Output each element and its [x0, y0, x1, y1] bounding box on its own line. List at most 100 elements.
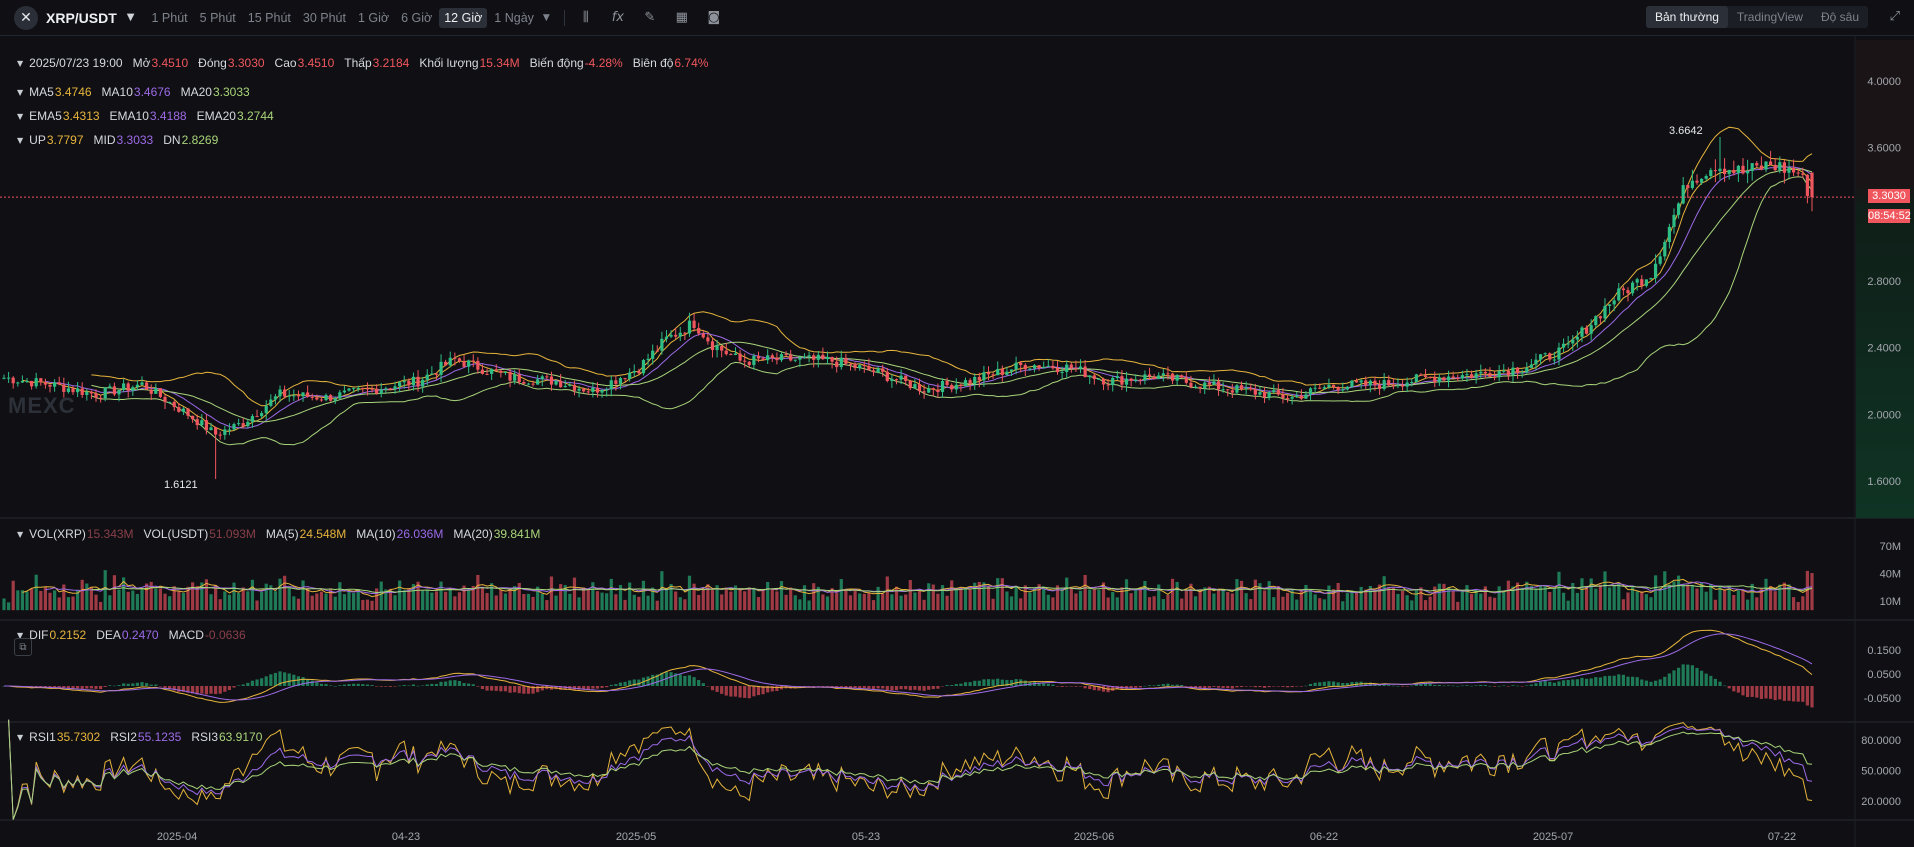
interval-tab[interactable]: 1 Giờ [353, 8, 394, 28]
macd-histogram-bar [1566, 679, 1570, 686]
candle-body [908, 380, 912, 389]
formula-icon[interactable]: fx [607, 7, 629, 29]
macd-histogram-bar [1759, 686, 1763, 699]
candle-body [1299, 395, 1303, 399]
layout-icon[interactable]: ▦ [671, 7, 693, 29]
volume-bar [1548, 592, 1552, 611]
volume-bar [720, 594, 724, 611]
vol-usdt-label: VOL(USDT) [143, 527, 209, 541]
macd-histogram-bar [1474, 685, 1478, 686]
pair-dropdown-icon[interactable]: ▼ [127, 12, 135, 23]
candle-body [1575, 336, 1579, 340]
candle-body [1686, 185, 1690, 188]
interval-tab[interactable]: 12 Giờ [439, 7, 488, 28]
collapse-icon[interactable]: ▼ [17, 59, 23, 68]
candle-body [591, 387, 595, 392]
interval-tab[interactable]: 6 Giờ [396, 8, 437, 28]
volume-bar [191, 582, 195, 611]
volume-bar [292, 596, 296, 611]
candle-body [894, 379, 899, 381]
macd-histogram-bar [600, 686, 604, 688]
candle-body [434, 373, 439, 375]
macd-histogram-bar [1658, 679, 1662, 686]
macd-histogram-bar [1722, 685, 1727, 687]
volume-bar [53, 590, 57, 611]
volume-bar [402, 590, 406, 611]
volume-bar [1589, 578, 1593, 611]
candle-body [545, 376, 549, 378]
collapse-icon[interactable]: ▼ [17, 112, 23, 121]
candle-body [844, 357, 848, 364]
macd-histogram-bar [471, 684, 475, 686]
volume-bar [94, 594, 98, 611]
volume-bar [1318, 598, 1322, 611]
candle-body [1147, 374, 1152, 377]
candle-body [1014, 362, 1018, 370]
macd-histogram-bar [112, 685, 117, 687]
macd-histogram-bar [1267, 686, 1271, 688]
candle-body [232, 424, 236, 430]
interval-tab[interactable]: 5 Phút [195, 8, 241, 28]
max-price-marker: 3.6642 [1669, 125, 1703, 137]
view-tab[interactable]: TradingView [1728, 6, 1812, 28]
macd-histogram-bar [950, 685, 954, 686]
candle-body [448, 357, 452, 366]
candle-body [1663, 242, 1667, 257]
vol-ma20-value: 39.841M [493, 527, 541, 541]
close-label: Đóng [198, 56, 227, 70]
candle-body [237, 423, 241, 425]
camera-icon[interactable]: ◙ [703, 7, 725, 29]
candle-body [950, 385, 954, 390]
vol-xrp-value: 15.343M [86, 527, 134, 541]
interval-dropdown-icon[interactable]: ▼ [543, 13, 550, 23]
candle-body [1368, 380, 1372, 386]
collapse-icon[interactable]: ▼ [17, 530, 23, 539]
candle-body [1364, 380, 1368, 386]
volume-bar [1456, 601, 1460, 611]
candle-body [586, 391, 590, 393]
candle-body [1129, 378, 1133, 381]
view-tab[interactable]: Độ sâu [1812, 6, 1868, 28]
candle-body [1566, 343, 1570, 345]
macd-histogram-bar [480, 686, 485, 690]
candle-body [1221, 389, 1225, 391]
interval-tab[interactable]: 1 Phút [147, 8, 193, 28]
candle-body [1506, 370, 1510, 376]
candle-body [158, 388, 163, 397]
interval-tab[interactable]: 1 Ngày [489, 8, 539, 28]
interval-tab[interactable]: 30 Phút [298, 8, 351, 28]
pair-name[interactable]: XRP/USDT [46, 10, 117, 26]
draw-icon[interactable]: ✎ [639, 7, 661, 29]
volume-bar [577, 597, 581, 611]
candle-body [1387, 380, 1391, 386]
macd-histogram-bar [1336, 682, 1340, 686]
candle-body [246, 421, 250, 427]
macd-histogram-bar [301, 677, 305, 686]
candle-body [370, 388, 374, 390]
candle-body [112, 386, 117, 395]
volume-bar [1088, 589, 1092, 611]
macd-histogram-bar [913, 686, 917, 690]
candle-type-icon[interactable]: ⫼ [575, 7, 597, 29]
screenshot-icon[interactable]: ⧉ [14, 638, 32, 656]
ma-legend: ▼ MA5 3.4746 MA10 3.4676 MA20 3.3033 [17, 85, 260, 99]
boll-lower-line [91, 176, 1813, 446]
collapse-icon[interactable]: ▼ [17, 136, 23, 145]
macd-histogram-bar [747, 686, 751, 699]
view-tab[interactable]: Bản thường [1645, 6, 1728, 28]
fullscreen-icon[interactable]: ⤢ [1890, 9, 1900, 24]
rsi1-value: 35.7302 [56, 730, 101, 744]
candle-body [1359, 380, 1363, 383]
collapse-icon[interactable]: ▼ [17, 88, 23, 97]
interval-tab[interactable]: 15 Phút [243, 8, 296, 28]
candle-body [1428, 377, 1432, 379]
candle-body [1580, 327, 1584, 337]
macd-histogram-bar [977, 680, 981, 686]
collapse-icon[interactable]: ▼ [17, 733, 23, 742]
candle-body [430, 373, 434, 375]
macd-histogram-bar [122, 683, 126, 686]
candle-body [927, 388, 931, 393]
candle-body [356, 387, 360, 389]
chart-canvas[interactable]: 4.0000 3.6000 2.8000 2.4000 2.0000 1.6000 70M 4… [0, 36, 1914, 847]
candle-body [269, 399, 273, 406]
